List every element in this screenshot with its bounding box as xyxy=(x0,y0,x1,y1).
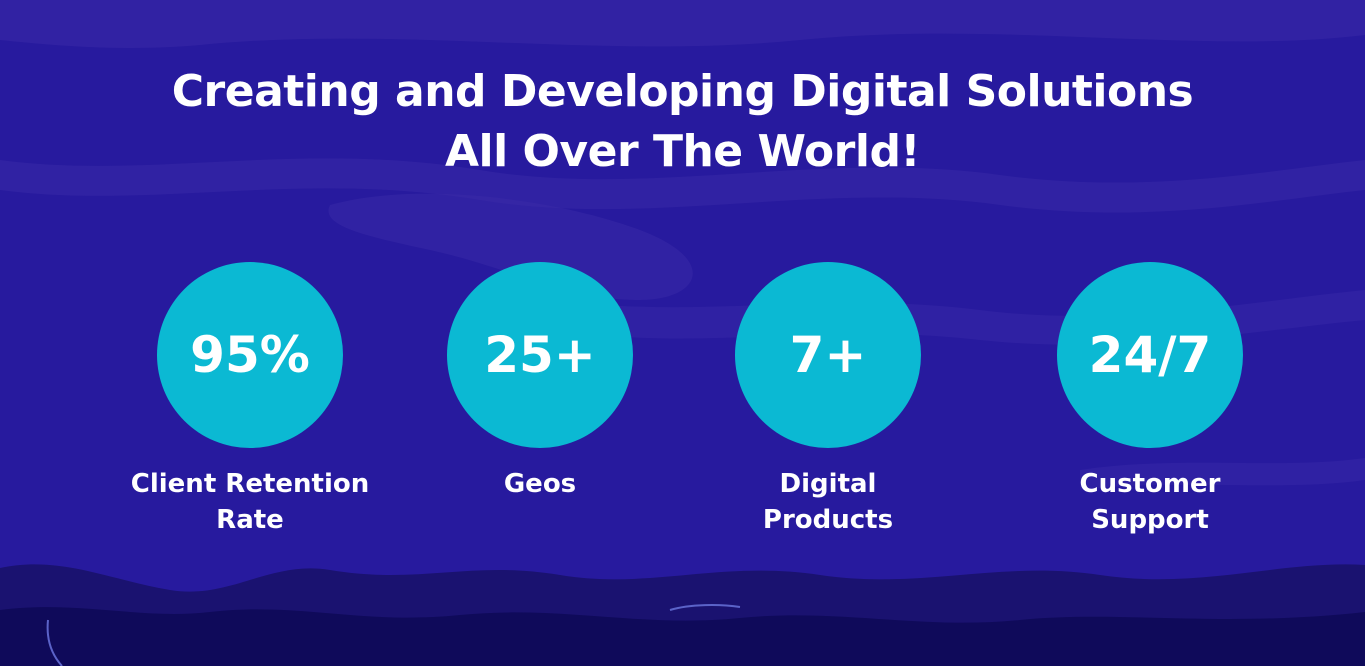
stat-circle: 25+ xyxy=(447,262,633,448)
stat-label-line-1: Client Retention xyxy=(130,469,370,499)
stat-label-line-2: Support xyxy=(1091,505,1209,535)
stat-label: Digital Products xyxy=(698,466,958,538)
stat-circle: 24/7 xyxy=(1057,262,1243,448)
stat-label-line-1: Geos xyxy=(503,469,577,499)
stat-label-line-2: Rate xyxy=(216,505,284,535)
wave-band-top xyxy=(0,0,1365,48)
stat-client-retention: 95% Client Retention Rate xyxy=(120,262,380,538)
stat-circle: 7+ xyxy=(735,262,921,448)
stat-label-line-1: Digital xyxy=(779,469,877,499)
stat-geos: 25+ Geos xyxy=(410,262,670,502)
title-line-1: Creating and Developing Digital Solution… xyxy=(171,66,1194,117)
title-line-2: All Over The World! xyxy=(444,126,921,177)
stat-customer-support: 24/7 Customer Support xyxy=(1020,262,1280,538)
stat-label: Client Retention Rate xyxy=(120,466,380,538)
stat-label: Geos xyxy=(410,466,670,502)
stat-label: Customer Support xyxy=(1020,466,1280,538)
stat-label-line-1: Customer xyxy=(1079,469,1221,499)
stat-digital-products: 7+ Digital Products xyxy=(698,262,958,538)
stat-circle: 95% xyxy=(157,262,343,448)
page-title: Creating and Developing Digital Solution… xyxy=(0,62,1365,182)
stat-label-line-2: Products xyxy=(762,505,894,535)
